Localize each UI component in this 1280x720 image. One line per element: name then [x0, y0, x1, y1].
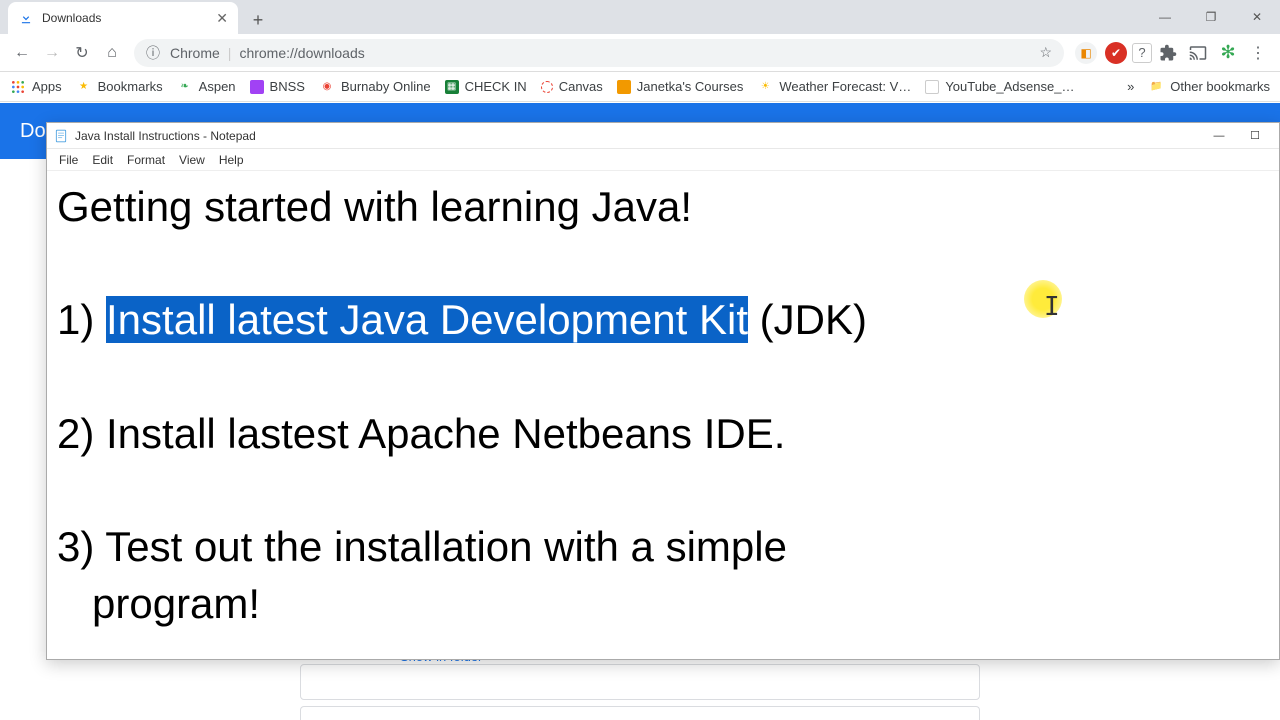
- bookmark-item[interactable]: ★Bookmarks: [76, 79, 163, 95]
- site-icon: ◉: [319, 79, 335, 95]
- weather-icon: ☀: [757, 79, 773, 95]
- help-icon[interactable]: ?: [1132, 43, 1152, 63]
- other-bookmarks[interactable]: 📁 Other bookmarks: [1148, 79, 1270, 95]
- folder-icon: 📁: [1148, 79, 1164, 95]
- browser-tab-downloads[interactable]: Downloads ✕: [8, 2, 238, 34]
- notepad-titlebar[interactable]: Java Install Instructions - Notepad — ☐: [47, 123, 1279, 149]
- notepad-maximize-button[interactable]: ☐: [1237, 124, 1273, 148]
- download-card: [300, 706, 980, 720]
- menu-file[interactable]: File: [53, 151, 84, 169]
- bookmarks-overflow[interactable]: »: [1127, 79, 1134, 94]
- apps-label: Apps: [32, 79, 62, 94]
- address-origin: Chrome: [170, 45, 220, 61]
- menu-view[interactable]: View: [173, 151, 211, 169]
- cast-icon[interactable]: [1184, 39, 1212, 67]
- bookmark-item[interactable]: ◉Burnaby Online: [319, 79, 431, 95]
- apps-button[interactable]: Apps: [10, 79, 62, 95]
- browser-close-button[interactable]: ✕: [1234, 0, 1280, 34]
- site-icon: [250, 80, 264, 94]
- home-button[interactable]: ⌂: [98, 39, 126, 67]
- apps-icon: [10, 79, 26, 95]
- notepad-menubar: File Edit Format View Help: [47, 149, 1279, 171]
- download-icon: [18, 10, 34, 26]
- notepad-title-text: Java Install Instructions - Notepad: [75, 129, 256, 143]
- text-line-heading: Getting started with learning Java!: [57, 179, 1269, 236]
- extension-icon-1[interactable]: ◧: [1075, 42, 1097, 64]
- text-line-1: 1) Install latest Java Development Kit (…: [57, 292, 1269, 349]
- close-tab-icon[interactable]: ✕: [216, 10, 228, 27]
- back-button[interactable]: ←: [8, 39, 36, 67]
- selected-text: Install latest Java Development Kit: [106, 296, 748, 343]
- address-bar[interactable]: ⓘ Chrome | chrome://downloads ☆: [134, 39, 1064, 67]
- text-line-2: 2) Install lastest Apache Netbeans IDE.: [57, 406, 1269, 463]
- browser-maximize-button[interactable]: ❐: [1188, 0, 1234, 34]
- site-icon: [617, 80, 631, 94]
- download-card: [300, 664, 980, 700]
- notepad-window: Java Install Instructions - Notepad — ☐ …: [46, 122, 1280, 660]
- site-info-icon[interactable]: ⓘ: [146, 43, 160, 63]
- address-url: chrome://downloads: [239, 45, 364, 61]
- bookmarks-bar: Apps ★Bookmarks ❧Aspen BNSS ◉Burnaby Onl…: [0, 72, 1280, 102]
- browser-minimize-button[interactable]: —: [1142, 0, 1188, 34]
- bookmark-item[interactable]: Janetka's Courses: [617, 79, 744, 94]
- menu-format[interactable]: Format: [121, 151, 171, 169]
- menu-edit[interactable]: Edit: [86, 151, 119, 169]
- reload-button[interactable]: ↻: [68, 39, 96, 67]
- leaf-icon: ❧: [177, 79, 193, 95]
- notepad-minimize-button[interactable]: —: [1201, 124, 1237, 148]
- notepad-text-area[interactable]: Getting started with learning Java! 1) I…: [47, 171, 1279, 641]
- chrome-menu-icon[interactable]: ⋮: [1244, 39, 1272, 67]
- forward-button[interactable]: →: [38, 39, 66, 67]
- bookmark-item[interactable]: ❧Aspen: [177, 79, 236, 95]
- canvas-icon: [541, 81, 553, 93]
- bookmark-item[interactable]: YouTube_Adsense_…: [925, 79, 1074, 94]
- downloads-title-partial: Do: [20, 120, 46, 143]
- bookmark-item[interactable]: ☀Weather Forecast: V…: [757, 79, 911, 95]
- text-caret-icon: I: [1044, 292, 1060, 322]
- sheet-icon: ▦: [445, 80, 459, 94]
- extension-icon-3[interactable]: ✻: [1217, 42, 1239, 64]
- notepad-app-icon: [53, 128, 69, 144]
- browser-toolbar: ← → ↻ ⌂ ⓘ Chrome | chrome://downloads ☆ …: [0, 34, 1280, 72]
- new-tab-button[interactable]: +: [244, 6, 272, 34]
- extensions-puzzle-icon[interactable]: [1154, 39, 1182, 67]
- site-icon: [925, 80, 939, 94]
- menu-help[interactable]: Help: [213, 151, 250, 169]
- extension-icon-2[interactable]: ✔: [1105, 42, 1127, 64]
- browser-tab-strip: Downloads ✕ + — ❐ ✕: [0, 0, 1280, 34]
- address-divider: |: [228, 45, 232, 61]
- bookmark-star-icon: ★: [76, 79, 92, 95]
- bookmark-star-icon[interactable]: ☆: [1039, 44, 1052, 61]
- browser-window-controls: — ❐ ✕: [1142, 0, 1280, 34]
- text-line-3: 3) Test out the installation with a simp…: [57, 519, 1269, 632]
- tab-title: Downloads: [42, 11, 101, 25]
- bookmark-item[interactable]: BNSS: [250, 79, 305, 94]
- bookmark-item[interactable]: ▦CHECK IN: [445, 79, 527, 94]
- bookmark-item[interactable]: Canvas: [541, 79, 603, 94]
